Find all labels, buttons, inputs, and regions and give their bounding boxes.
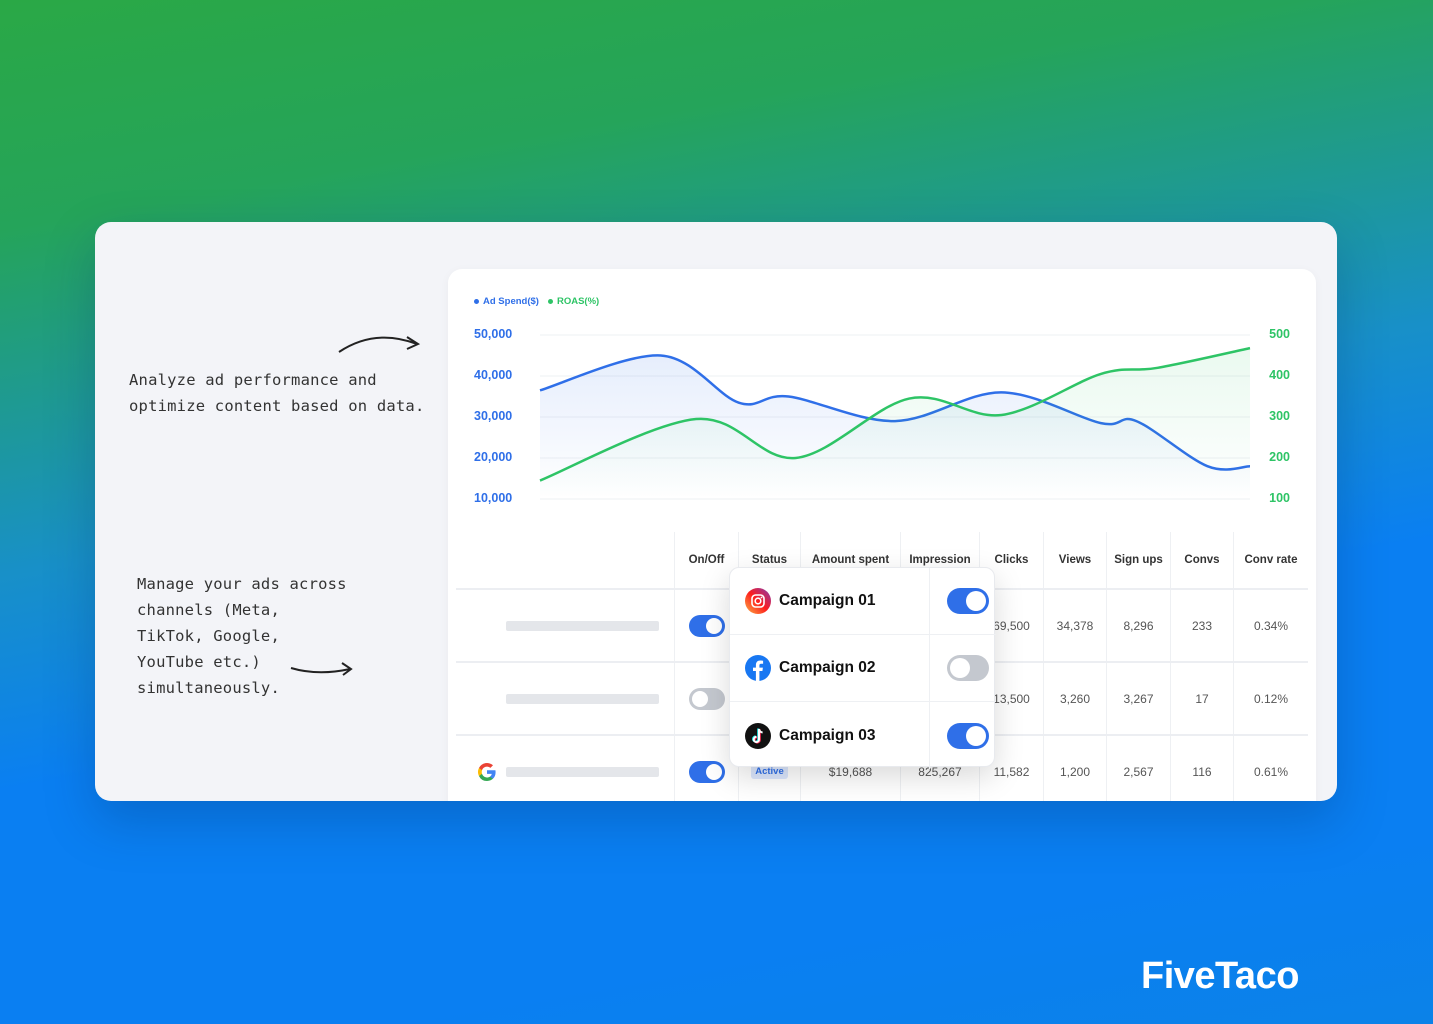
campaign-name-cell — [456, 590, 675, 661]
campaign-name-cell — [456, 663, 675, 734]
col-header: Views — [1044, 532, 1107, 588]
campaign-name: Campaign 01 — [779, 592, 876, 609]
table-cell: 34,378 — [1044, 590, 1107, 661]
table-cell: 233 — [1171, 590, 1234, 661]
table-cell: 8,296 — [1107, 590, 1171, 661]
instagram-icon — [745, 588, 771, 614]
table-cell: 0.61% — [1253, 764, 1289, 779]
campaign-name: Campaign 03 — [779, 726, 876, 744]
manage-note: Manage your ads across channels (Meta, T… — [137, 575, 347, 697]
table-cell: 3,267 — [1107, 663, 1171, 734]
tiktok-icon — [745, 722, 771, 749]
col-header: Sign ups — [1107, 532, 1171, 588]
arrow-icon — [338, 336, 421, 353]
name-placeholder-bar — [506, 620, 659, 631]
table-cell: 2,567 — [1107, 736, 1171, 801]
col-header: Conv rate — [1244, 554, 1298, 566]
campaign-name-cell — [456, 736, 675, 801]
table-cell: 0.34% — [1253, 618, 1289, 633]
analyze-note: Analyze ad performance and optimize cont… — [129, 371, 425, 415]
row-toggle[interactable] — [688, 614, 725, 637]
arrow-icon — [290, 662, 353, 676]
table-cell: 3,260 — [1044, 663, 1107, 734]
table-cell: 116 — [1171, 736, 1234, 801]
campaign-toggle[interactable] — [947, 722, 989, 749]
col-header: Convs — [1171, 532, 1234, 588]
campaign-row[interactable]: Campaign 01 — [730, 568, 996, 635]
table-cell: 1,200 — [1044, 736, 1107, 801]
analytics-panel: Ad Spend($) ROAS(%) 50,000 40,000 30,000… — [448, 269, 1316, 801]
campaign-toggle[interactable] — [947, 655, 989, 681]
row-toggle[interactable] — [688, 687, 725, 710]
table-cell: 17 — [1171, 663, 1234, 734]
google-icon — [478, 762, 496, 781]
campaign-popup: Campaign 01 Campaign 02 Campaign 03 — [729, 567, 996, 769]
name-placeholder-bar — [506, 693, 659, 704]
table-cell: 0.12% — [1253, 691, 1289, 706]
campaign-name: Campaign 02 — [779, 659, 876, 676]
facebook-icon — [745, 655, 771, 681]
line-chart — [539, 334, 1251, 500]
brand-logo: FiveTaco — [1141, 955, 1299, 997]
name-placeholder-bar — [506, 766, 659, 777]
campaign-row[interactable]: Campaign 03 — [730, 702, 996, 769]
feature-card: Analyze ad performance and optimize cont… — [95, 222, 1337, 801]
campaign-toggle[interactable] — [947, 588, 989, 614]
campaign-row[interactable]: Campaign 02 — [730, 635, 996, 702]
row-toggle[interactable] — [688, 760, 725, 783]
